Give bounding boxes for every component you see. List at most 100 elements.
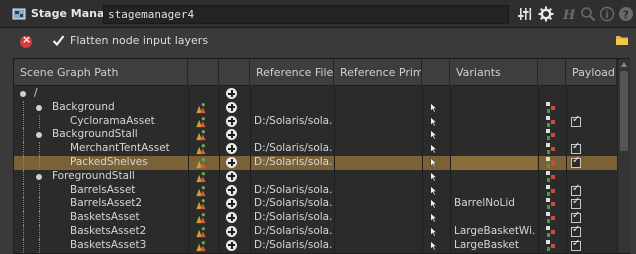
asset-icon[interactable]	[195, 102, 207, 114]
table-row[interactable]: BarrelsAsset D:/Solaris/sola...	[14, 183, 617, 198]
asset-icon[interactable]	[195, 116, 207, 128]
table-row[interactable]: MerchantTentAsset D:/Solaris/sola...	[14, 141, 617, 156]
add-prim-icon[interactable]	[226, 157, 237, 168]
payload-icon[interactable]	[545, 156, 557, 169]
tree-expander[interactable]	[36, 173, 42, 180]
col-asset[interactable]	[188, 59, 219, 86]
add-prim-icon[interactable]	[226, 143, 237, 155]
table-row[interactable]: BasketsAsset2 D:/Solaris/sola... LargeBask…	[14, 224, 617, 239]
close-icon[interactable]	[20, 33, 32, 48]
add-prim-icon[interactable]	[226, 226, 237, 237]
prim-name: /	[34, 87, 38, 99]
table-row[interactable]: CycloramaAsset D:/Solaris/sola...	[14, 114, 617, 129]
payload-checkbox[interactable]	[571, 224, 581, 237]
add-prim-icon[interactable]	[226, 88, 237, 99]
select-cursor-icon[interactable]	[430, 225, 439, 238]
select-cursor-icon[interactable]	[430, 101, 439, 114]
add-prim-icon[interactable]	[226, 101, 237, 113]
select-cursor-icon[interactable]	[430, 142, 439, 155]
add-prim-icon[interactable]	[226, 184, 237, 196]
pin-tools-icon[interactable]	[517, 6, 533, 22]
select-cursor-icon[interactable]	[430, 239, 439, 252]
scrollbar-thumb[interactable]	[620, 71, 628, 151]
add-prim-icon[interactable]	[226, 239, 237, 251]
info-icon[interactable]	[599, 6, 615, 22]
select-cursor-icon[interactable]	[430, 170, 439, 183]
select-cursor-icon[interactable]	[430, 128, 439, 141]
table-row[interactable]: BackgroundStall	[14, 128, 617, 143]
variant-value[interactable]: LargeBasket	[454, 239, 536, 253]
table-row[interactable]: Background	[14, 100, 617, 115]
tree-expander[interactable]	[36, 132, 42, 139]
payload-checkbox[interactable]	[571, 196, 581, 210]
add-prim-icon[interactable]	[226, 170, 237, 182]
flatten-checkbox[interactable]	[52, 34, 65, 47]
vertical-scrollbar[interactable]	[617, 59, 630, 253]
asset-icon[interactable]	[195, 171, 207, 183]
add-prim-icon[interactable]	[226, 198, 237, 210]
reference-file: D:/Solaris/sola...	[254, 183, 332, 196]
payload-checkbox[interactable]	[571, 114, 581, 127]
payload-checkbox[interactable]	[571, 238, 581, 251]
reference-file: D:/Solaris/sola...	[254, 156, 332, 168]
select-cursor-icon[interactable]	[430, 156, 439, 169]
select-cursor-icon[interactable]	[430, 184, 439, 197]
col-select[interactable]	[422, 59, 450, 86]
asset-icon[interactable]	[195, 240, 207, 252]
scroll-up-icon[interactable]	[621, 62, 627, 67]
col-payload[interactable]: Payload	[566, 59, 617, 86]
gear-icon[interactable]	[538, 6, 554, 22]
add-prim-icon[interactable]	[226, 115, 237, 127]
payload-icon[interactable]	[545, 197, 557, 210]
help-icon[interactable]: ?	[618, 6, 634, 22]
col-variants[interactable]: Variants	[450, 59, 538, 86]
folder-icon[interactable]	[615, 33, 629, 47]
table-row[interactable]: BarrelsAsset2 D:/Solaris/sola... BarrelNoL…	[14, 196, 617, 212]
asset-icon[interactable]	[195, 212, 207, 224]
select-cursor-icon[interactable]	[430, 115, 439, 128]
payload-icon[interactable]	[545, 184, 557, 197]
prim-name: BasketsAsset3	[70, 238, 147, 251]
payload-icon[interactable]	[545, 239, 557, 252]
table-row[interactable]: BasketsAsset3 D:/Solaris/sola... LargeBask…	[14, 238, 617, 253]
search-icon[interactable]	[580, 6, 596, 22]
add-prim-icon[interactable]	[226, 129, 237, 141]
prim-name: BasketsAsset	[70, 211, 140, 224]
select-cursor-icon[interactable]	[430, 211, 439, 224]
payload-checkbox[interactable]	[571, 183, 581, 196]
asset-icon[interactable]	[195, 226, 207, 238]
tree-expander[interactable]	[20, 91, 26, 97]
col-reference-file[interactable]: Reference File	[250, 59, 334, 86]
asset-icon[interactable]	[195, 157, 207, 169]
variant-selection	[451, 156, 537, 170]
payload-icon[interactable]	[545, 225, 557, 238]
table-row[interactable]: /	[14, 87, 617, 101]
node-name-field[interactable]: stagemanager4	[103, 5, 509, 24]
variant-value[interactable]: BarrelNoLid	[454, 197, 536, 211]
payload-checkbox[interactable]	[571, 141, 581, 155]
table-row[interactable]: ForegroundStall	[14, 169, 617, 184]
tree-expander[interactable]	[36, 104, 42, 111]
table-row[interactable]: PackedShelves D:/Solaris/sola...	[14, 155, 617, 170]
variant-value[interactable]: LargeBasketWi...	[454, 225, 536, 239]
payload-icon[interactable]	[545, 170, 557, 183]
col-reference-primitive[interactable]: Reference Primit	[334, 59, 422, 86]
payload-icon[interactable]	[545, 128, 557, 141]
asset-icon[interactable]	[195, 198, 207, 210]
payload-checkbox[interactable]	[571, 210, 581, 224]
help-h-icon[interactable]: H	[560, 6, 576, 22]
col-payload-icon[interactable]	[538, 59, 566, 86]
table-row[interactable]: BasketsAsset D:/Solaris/sola...	[14, 210, 617, 225]
payload-checkbox[interactable]	[571, 155, 581, 168]
add-prim-icon[interactable]	[226, 212, 237, 224]
col-scene-graph-path[interactable]: Scene Graph Path	[14, 59, 188, 86]
payload-icon[interactable]	[545, 115, 557, 128]
asset-icon[interactable]	[195, 143, 207, 155]
payload-icon[interactable]	[545, 211, 557, 224]
payload-icon[interactable]	[545, 142, 557, 155]
payload-icon[interactable]	[545, 101, 557, 114]
asset-icon[interactable]	[195, 129, 207, 141]
col-add[interactable]	[219, 59, 250, 86]
select-cursor-icon[interactable]	[430, 197, 439, 210]
asset-icon[interactable]	[195, 185, 207, 197]
